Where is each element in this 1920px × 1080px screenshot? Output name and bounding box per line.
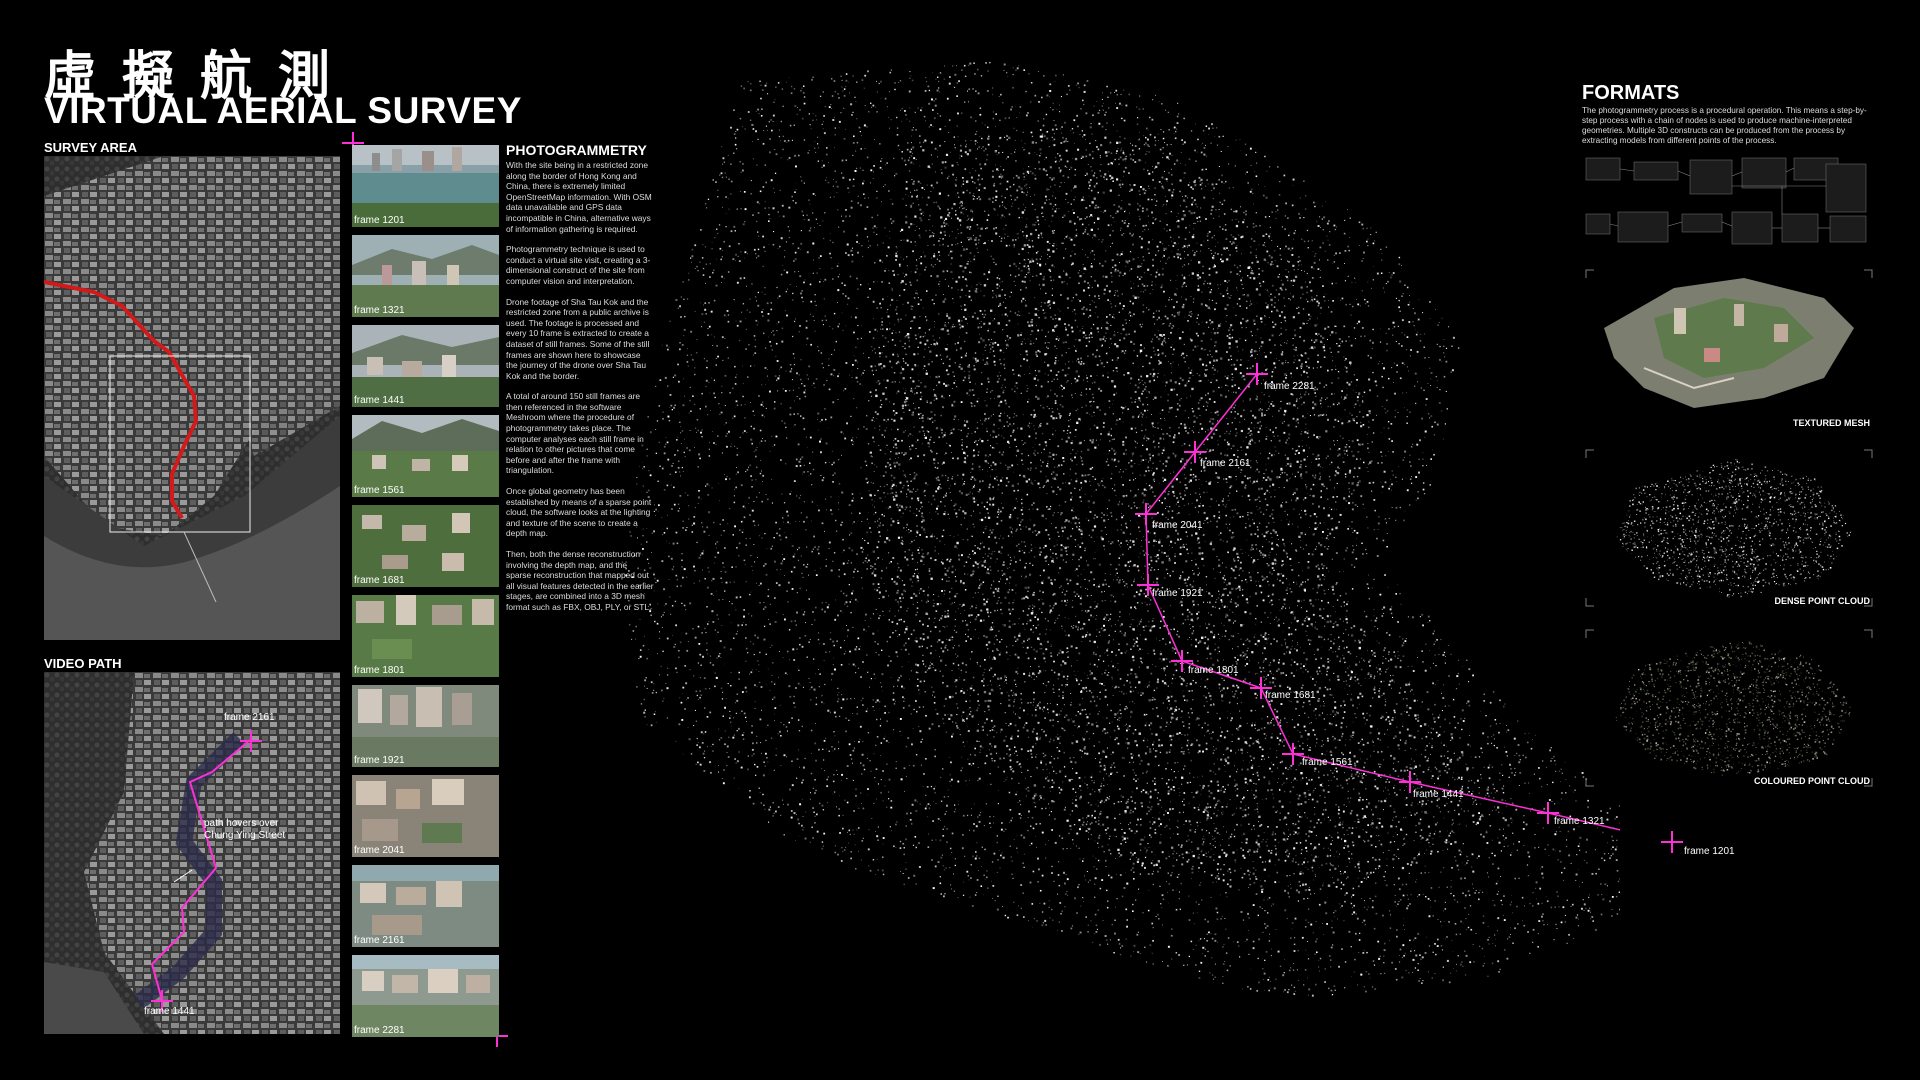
frame-label: frame 1801 [354,665,405,676]
frame-label: frame 2041 [354,845,405,856]
node-graph-diagram [1585,157,1867,245]
format-caption: COLOURED POINT CLOUD [1754,776,1870,786]
cloud-frame-label: frame 1561 [1302,757,1353,768]
still-frame: frame 2041 [352,775,499,857]
still-frame: frame 1681 [352,505,499,587]
still-frame: frame 2161 [352,865,499,947]
cloud-frame-label: frame 1921 [1152,588,1203,599]
frame-label: frame 1561 [354,485,405,496]
formats-heading: FORMATS [1582,82,1680,104]
coloured-point-cloud-panel: COLOURED POINT CLOUD [1584,628,1874,788]
frame-label: frame 2281 [354,1025,405,1036]
frame-label: frame 1321 [354,305,405,316]
frame-label: frame 1441 [354,395,405,406]
video-path-annotation-1: path hovers over [204,818,279,829]
still-frame: frame 2281 [352,955,499,1037]
video-path-map: frame 2161 frame 1441 path hovers over C… [44,672,340,1034]
video-path-annotation-2: Chung Ying Street [204,830,286,841]
survey-area-label: SURVEY AREA [44,140,137,155]
dense-point-cloud-panel: DENSE POINT CLOUD [1584,448,1874,608]
frame-label: frame 1201 [354,215,405,226]
point-cloud-svg [621,61,1673,997]
path-marker [1661,831,1683,853]
point-cloud-dots [1615,641,1851,776]
still-frame: frame 1801 [352,595,499,677]
point-cloud-view: frame 2281 frame 2161 frame 2041 frame 1… [620,0,1735,1080]
cloud-frame-label: frame 1801 [1188,665,1239,676]
still-frame: frame 1441 [352,325,499,407]
textured-mesh-panel: TEXTURED MESH [1584,268,1874,428]
still-frame: frame 1921 [352,685,499,767]
cloud-frame-label: frame 2161 [1200,458,1251,469]
drone-path-line [1145,373,1673,843]
still-frame: frame 1321 [352,235,499,317]
cloud-frame-label: frame 1681 [1265,690,1316,701]
point-cloud-dots [621,61,1622,997]
frame-label: frame 2161 [354,935,405,946]
survey-area-map [44,156,340,640]
still-frame: frame 1561 [352,415,499,497]
cloud-frame-label: frame 1201 [1684,846,1735,857]
path-marker [1282,743,1304,765]
video-path-start-label: frame 2161 [224,712,275,723]
video-path-label: VIDEO PATH [44,656,122,671]
format-caption: TEXTURED MESH [1792,418,1870,428]
format-caption: DENSE POINT CLOUD [1774,596,1870,606]
cloud-frame-label: frame 2281 [1264,381,1315,392]
cloud-frame-label: frame 1321 [1554,816,1605,827]
path-start-marker [240,730,262,752]
video-path-end-label: frame 1441 [144,1006,195,1017]
frame-label: frame 1681 [354,575,405,586]
cloud-frame-label: frame 1441 [1413,789,1464,800]
still-frame: frame 1201 [352,145,499,227]
point-cloud-dots [1616,459,1852,598]
formats-text: The photogrammetry process is a procedur… [1582,106,1867,145]
frame-label: frame 1921 [354,755,405,766]
cloud-frame-label: frame 2041 [1152,520,1203,531]
title-english: VIRTUAL AERIAL SURVEY [44,90,522,131]
